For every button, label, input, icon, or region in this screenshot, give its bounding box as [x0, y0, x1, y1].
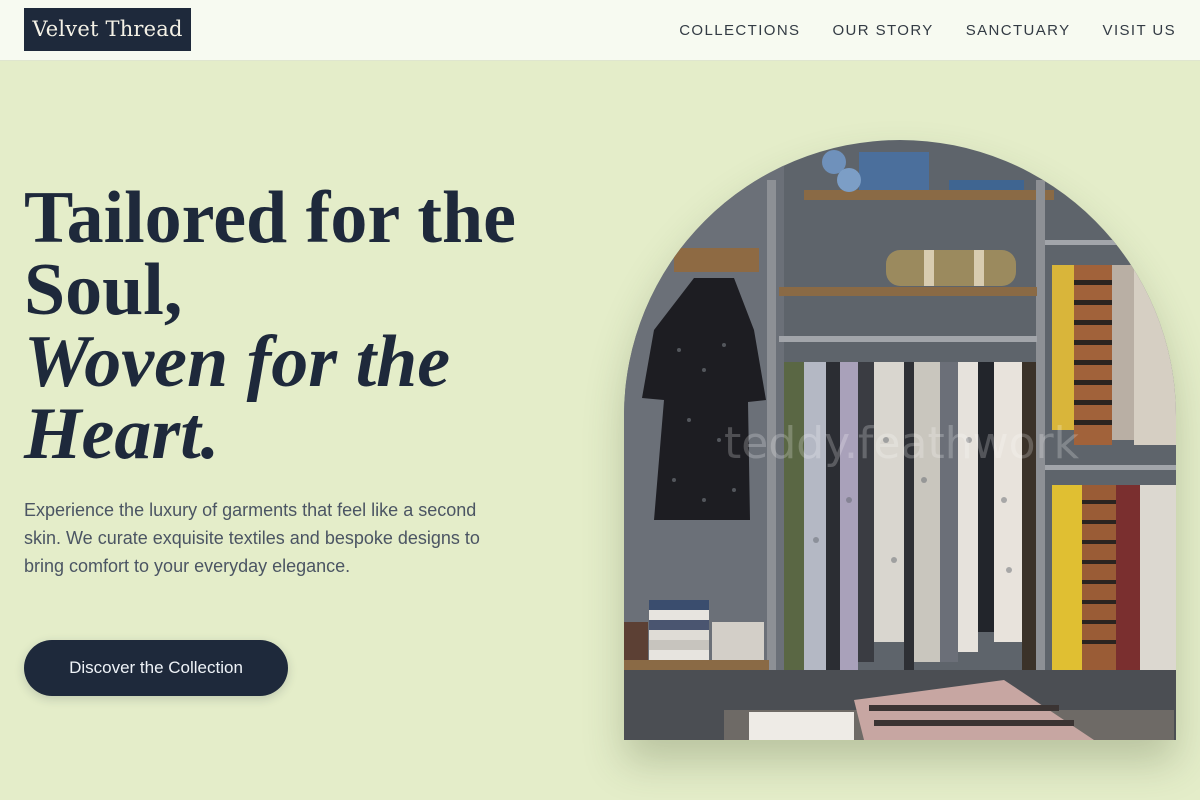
brand-logo[interactable]: Velvet Thread — [24, 8, 191, 51]
site-header: Velvet Thread COLLECTIONS OUR STORY SANC… — [0, 0, 1200, 61]
nav-collections[interactable]: COLLECTIONS — [679, 22, 800, 39]
image-watermark: teddy.feathwork — [724, 418, 1080, 469]
nav-visit-us[interactable]: VISIT US — [1103, 22, 1176, 39]
headline-line-1: Tailored for the — [24, 177, 516, 259]
discover-collection-button[interactable]: Discover the Collection — [24, 640, 288, 696]
hero-description: Experience the luxury of garments that f… — [24, 500, 480, 576]
headline-line-2: Soul, — [24, 249, 183, 331]
headline-italic-line-2: Heart. — [24, 393, 220, 475]
nav-sanctuary[interactable]: SANCTUARY — [966, 22, 1071, 39]
hero-image: teddy.feathwork — [624, 140, 1176, 740]
nav-our-story[interactable]: OUR STORY — [832, 22, 933, 39]
hero-headline: Tailored for the Soul, Woven for the Hea… — [24, 177, 584, 475]
main-nav: COLLECTIONS OUR STORY SANCTUARY VISIT US — [679, 0, 1176, 61]
clothing-store-illustration: teddy.feathwork — [624, 140, 1176, 740]
headline-italic-line-1: Woven for the — [24, 321, 451, 403]
